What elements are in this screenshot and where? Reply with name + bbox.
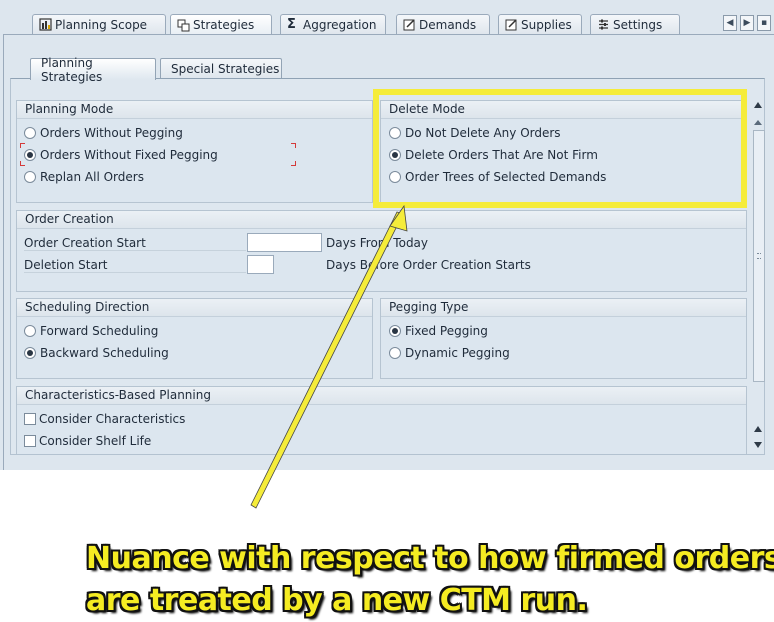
annotation-arrow <box>250 204 408 509</box>
caption-line-2: are treated by a new CTM run. <box>86 583 588 618</box>
arrow-shaft <box>250 211 404 509</box>
caption-line-1: Nuance with respect to how firmed orders <box>86 541 774 576</box>
subtab-planning-strategies[interactable]: Planning Strategies <box>30 56 156 84</box>
annotation-caption: Nuance with respect to how firmed orders… <box>86 538 774 622</box>
subtab-label: Planning Strategies <box>41 55 103 84</box>
